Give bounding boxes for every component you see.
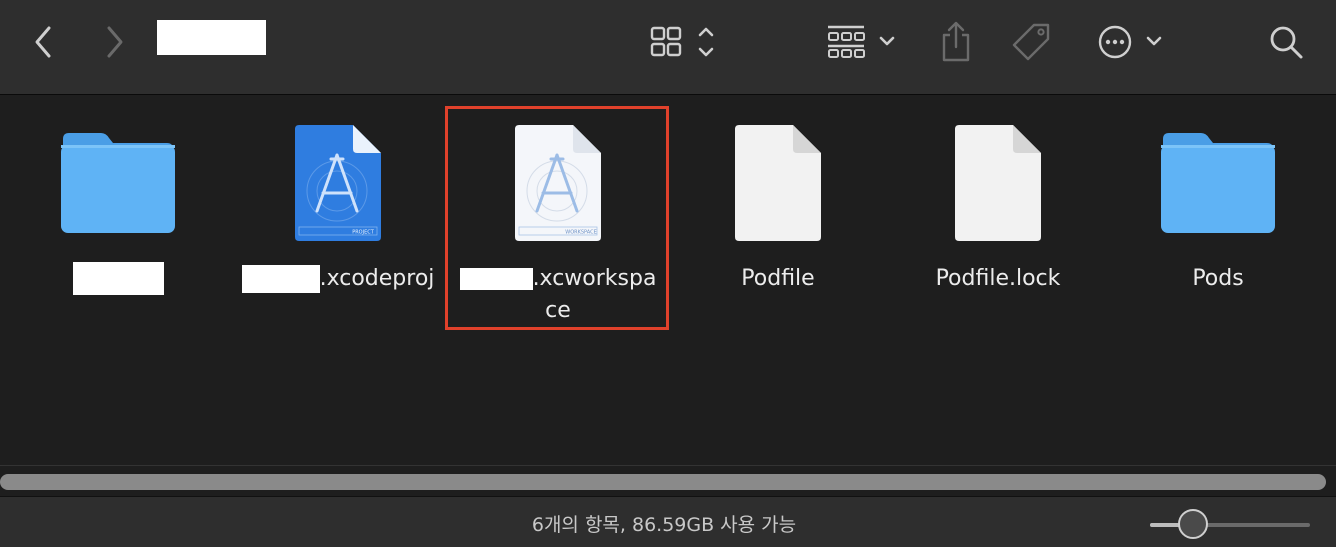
file-name: Podfile (741, 266, 815, 291)
document-icon (668, 125, 888, 245)
tag-icon[interactable] (1010, 20, 1054, 64)
file-item-pods[interactable]: Pods (1108, 95, 1328, 345)
file-item-podfile-lock[interactable]: Podfile.lock (888, 95, 1108, 345)
status-text: 6개의 항목, 86.59GB 사용 가능 (531, 514, 797, 536)
zoom-slider-knob[interactable] (1178, 509, 1209, 539)
search-icon[interactable] (1266, 22, 1306, 62)
scrollbar-thumb[interactable] (0, 474, 1326, 490)
more-icon[interactable] (1096, 22, 1166, 62)
status-bar: 6개의 항목, 86.59GB 사용 가능 (0, 496, 1336, 547)
file-name: .xcodeproj (228, 263, 448, 295)
window-title-redacted (157, 20, 266, 55)
file-name (8, 261, 228, 295)
group-by-icon[interactable] (826, 22, 900, 62)
chevron-left-icon[interactable] (28, 24, 58, 60)
horizontal-scrollbar[interactable] (0, 465, 1336, 497)
file-item-folder[interactable] (8, 95, 228, 345)
grid-view-icon[interactable] (648, 22, 724, 62)
file-item-xcodeproj[interactable]: PROJECT .xcodeproj (228, 95, 448, 345)
selection-highlight (445, 106, 669, 330)
chevron-right-icon[interactable] (100, 24, 130, 60)
file-name: Pods (1192, 266, 1244, 291)
toolbar (0, 0, 1336, 95)
folder-icon (1108, 125, 1328, 245)
folder-icon (8, 125, 228, 245)
file-name: Podfile.lock (935, 266, 1061, 291)
document-icon (888, 125, 1108, 245)
xcode-project-icon: PROJECT (228, 125, 448, 245)
file-item-podfile[interactable]: Podfile (668, 95, 888, 345)
badge-project: PROJECT (352, 230, 375, 236)
share-icon[interactable] (938, 20, 974, 64)
